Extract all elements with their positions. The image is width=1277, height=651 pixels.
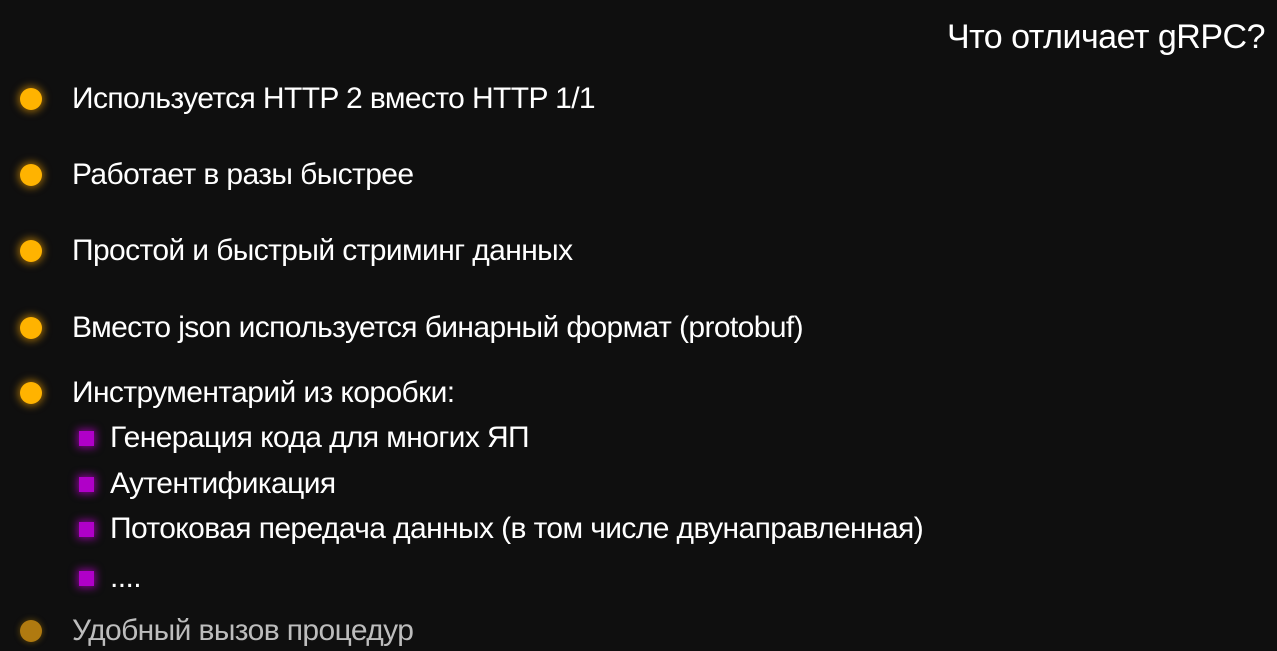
bullet-text: Инструментарий из коробки:: [72, 376, 455, 409]
bullet-text: Удобный вызов процедур: [72, 614, 414, 647]
sub-bullet-square-icon: [79, 430, 94, 446]
slide: Что отличает gRPC? Используется HTTP 2 в…: [0, 0, 1277, 650]
bullet-text: Вместо json используется бинарный формат…: [72, 311, 804, 344]
sub-bullet-square-icon: [79, 476, 94, 492]
bullet-dot-icon: [20, 620, 42, 642]
bullet-dot-icon: [20, 164, 42, 186]
bullet-dot-icon: [20, 88, 42, 110]
sub-bullet-square-icon: [79, 521, 94, 537]
sub-bullet-text: Генерация кода для многих ЯП: [110, 421, 530, 454]
slide-title: Что отличает gRPC?: [946, 18, 1266, 56]
sub-bullet-square-icon: [79, 570, 94, 586]
bullet-text: Простой и быстрый стриминг данных: [72, 234, 573, 267]
bullet-dot-icon: [20, 317, 42, 339]
bullet-text: Работает в разы быстрее: [72, 158, 414, 191]
bullet-dot-icon: [20, 240, 42, 262]
sub-bullet-text: ....: [110, 561, 142, 594]
bullet-text: Используется HTTP 2 вместо HTTP 1/1: [72, 82, 596, 115]
bullet-dot-icon: [20, 382, 42, 404]
sub-bullet-text: Аутентификация: [110, 467, 336, 500]
sub-bullet-text: Потоковая передача данных (в том числе д…: [110, 512, 924, 545]
